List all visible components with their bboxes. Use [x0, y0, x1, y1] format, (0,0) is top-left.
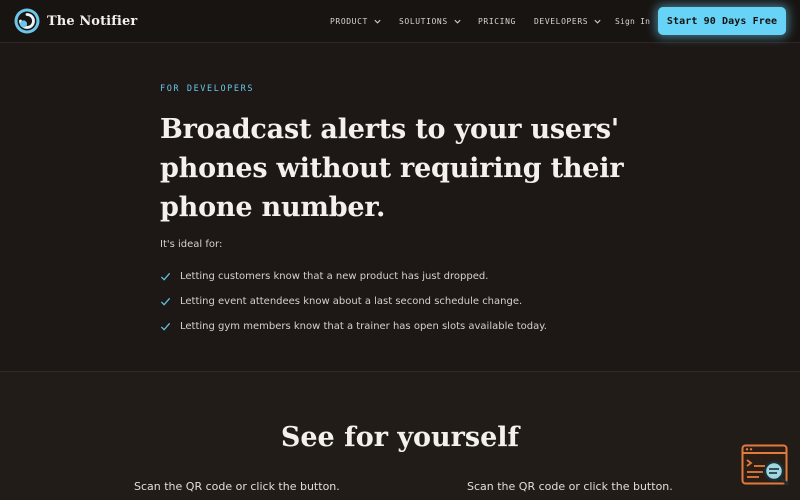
search-log-icon[interactable]: [741, 444, 791, 488]
scan-caption-right: Scan the QR code or click the button.: [467, 480, 673, 493]
start-free-trial-button[interactable]: Start 90 Days Free: [658, 7, 786, 35]
chevron-down-icon: [454, 19, 461, 24]
brand-name: The Notifier: [47, 13, 138, 29]
demo-section: See for yourself Scan the QR code or cli…: [0, 372, 800, 500]
benefit-item: Letting gym members know that a trainer …: [160, 314, 547, 339]
benefit-item: Letting customers know that a new produc…: [160, 264, 547, 289]
checkmark-icon: [160, 322, 171, 331]
nav-solutions[interactable]: SOLUTIONS: [399, 0, 462, 43]
nav-pricing-label: PRICING: [478, 17, 516, 26]
headline-line: phones without requiring their: [160, 153, 624, 184]
hero-headline: Broadcast alerts to your users' phones w…: [160, 110, 640, 227]
benefit-text: Letting customers know that a new produc…: [180, 271, 489, 282]
checkmark-icon: [160, 297, 171, 306]
benefit-text: Letting gym members know that a trainer …: [180, 321, 547, 332]
headline-line: phone number.: [160, 192, 386, 223]
nav-product-label: PRODUCT: [330, 17, 368, 26]
checkmark-icon: [160, 272, 171, 281]
nav-pricing[interactable]: PRICING: [478, 0, 516, 43]
chevron-down-icon: [374, 19, 381, 24]
nav-product[interactable]: PRODUCT: [330, 0, 382, 43]
benefit-item: Letting event attendees know about a las…: [160, 289, 547, 314]
chevron-down-icon: [594, 19, 601, 24]
nav-developers-label: DEVELOPERS: [534, 17, 589, 26]
notifier-logo-icon: [14, 8, 40, 34]
scan-caption-left: Scan the QR code or click the button.: [134, 480, 340, 493]
ideal-for-label: It's ideal for:: [160, 239, 223, 250]
brand-link[interactable]: The Notifier: [14, 8, 137, 34]
hero-section: FOR DEVELOPERS Broadcast alerts to your …: [0, 44, 800, 371]
nav-solutions-label: SOLUTIONS: [399, 17, 448, 26]
nav-developers[interactable]: DEVELOPERS: [534, 0, 602, 43]
benefit-text: Letting event attendees know about a las…: [180, 296, 523, 307]
hero-eyebrow: FOR DEVELOPERS: [160, 84, 255, 94]
headline-line: Broadcast alerts to your users': [160, 114, 619, 145]
site-header: The Notifier PRODUCT SOLUTIONS PRICING D…: [0, 0, 800, 43]
sign-in-link[interactable]: Sign In: [615, 0, 650, 43]
benefits-list: Letting customers know that a new produc…: [160, 264, 547, 339]
section-title: See for yourself: [280, 422, 520, 453]
